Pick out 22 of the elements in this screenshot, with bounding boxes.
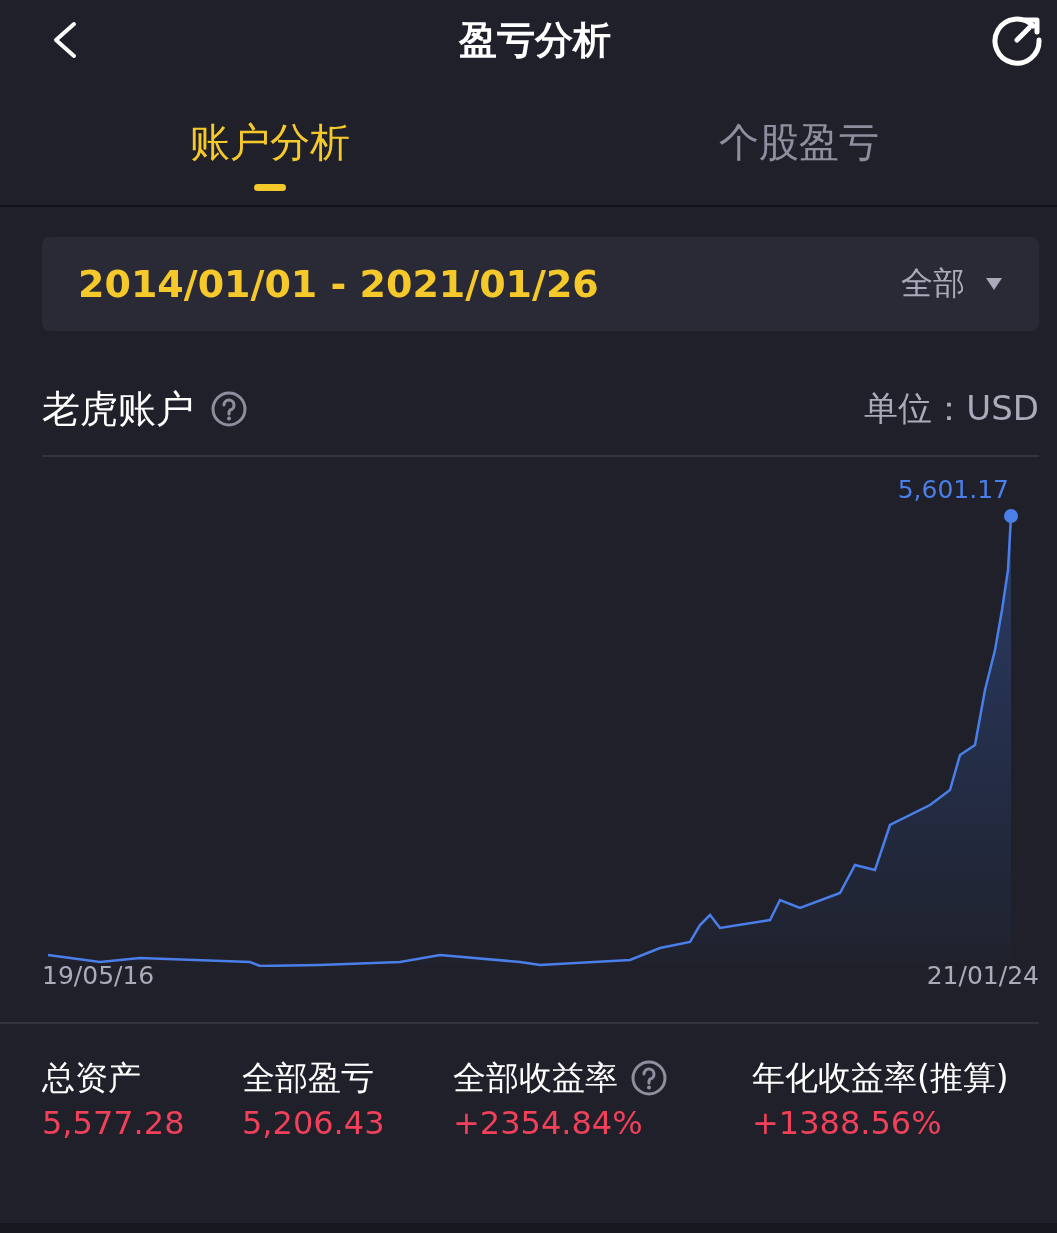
stat-label: 总资产 — [42, 1056, 141, 1099]
x-axis-label: 21/01/24 — [926, 961, 1039, 990]
date-range: 2014/01/01 - 2021/01/26 — [78, 262, 600, 306]
help-icon[interactable] — [210, 390, 248, 428]
unit-label: 单位：USD — [864, 387, 1039, 430]
stat-value: +2354.84% — [453, 1104, 644, 1142]
stat-label: 年化收益率(推算) — [752, 1056, 1009, 1099]
peak-value-label: 5,601.17 — [897, 475, 1009, 505]
tab[interactable]: 账户分析 — [0, 80, 540, 205]
help-icon[interactable] — [630, 1059, 668, 1097]
stat-value: 5,206.43 — [242, 1104, 386, 1142]
stat-label: 全部收益率 — [453, 1056, 618, 1099]
filter-dropdown[interactable]: 全部 — [901, 262, 965, 306]
x-axis-label: 19/05/16 — [42, 961, 155, 990]
account-title: 老虎账户 — [42, 385, 194, 433]
stat-value: +1388.56% — [752, 1104, 943, 1142]
stat-value: 5,577.28 — [42, 1104, 186, 1142]
date-range-bar[interactable]: 2014/01/01 - 2021/01/26 全部 — [42, 237, 1039, 331]
dropdown-caret-icon — [985, 277, 1003, 291]
page-title: 盈亏分析 — [458, 16, 611, 64]
stat-label: 全部盈亏 — [242, 1056, 374, 1099]
tab[interactable]: 个股盈亏 — [540, 80, 1057, 205]
